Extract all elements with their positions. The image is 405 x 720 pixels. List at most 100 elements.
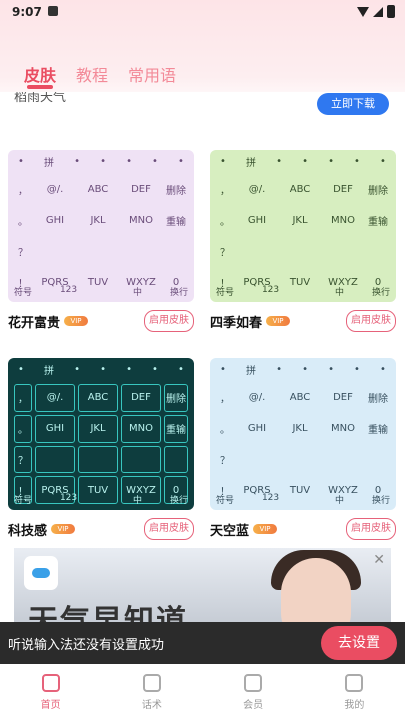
tab-tutorial[interactable]: 教程 [76,62,108,86]
nav-profile-label: 我的 [344,700,365,711]
keyboard-key: MNO [331,423,355,435]
emoji-icon: • [152,363,158,375]
vip-badge: VIP [266,316,290,326]
banner-person [281,558,351,628]
pinyin-label: 拼 [44,365,55,377]
collapse-icon: • [178,155,184,167]
keyboard-key: GHI [45,215,65,227]
tab-skins[interactable]: 皮肤 [24,62,56,86]
keyboard-key [121,445,161,474]
settings-icon: • [18,363,24,375]
keyboard-key: JKL [78,414,118,443]
keyboard-key: 123 [59,493,78,503]
keyboard-key [35,238,75,266]
keyboard-key: @/. [248,184,266,196]
skin-preview[interactable]: • 拼 • • • • •， @/. ABC DEF 删除。 GHI JKL MNO 重输？！ PQRS TUV… [8,150,194,302]
keyboard-key: GHI [247,215,267,227]
keyboard-key [78,238,118,266]
skin-meta: 天空蓝 VIP 启用皮肤 [210,518,396,542]
skin-meta: 花开富贵 VIP 启用皮肤 [8,310,194,334]
go-settings-button[interactable]: 去设置 [321,626,397,660]
keyboard-key: 中 [133,288,143,298]
enable-skin-button[interactable]: 启用皮肤 [346,518,396,540]
skin-preview[interactable]: • 拼 • • • • •， @/. ABC DEF 删除。 GHI JKL MNO 重输？！ PQRS TUV… [210,150,396,302]
emoji-icon: • [152,155,158,167]
wifi-icon [357,6,369,17]
keyboard-key [323,238,363,266]
keyboard-key: ？ [220,455,230,467]
enable-skin-button[interactable]: 启用皮肤 [144,310,194,332]
vip-badge: VIP [253,524,277,534]
previous-item-name: 稻雨天气 [14,92,67,105]
camera-icon: • [100,363,106,375]
keyboard-key [323,446,363,474]
keyboard-key: 。 [220,425,230,437]
keyboard-toolbar: • 拼 • • • • • [210,358,396,380]
keyboard-toolbar: • 拼 • • • • • [8,358,194,380]
battery-icon [387,5,395,18]
tab-bar: 皮肤 教程 常用语 [24,62,176,86]
keyboard-key: 符号 [216,496,235,506]
mic-icon: • [276,363,282,375]
signal-icon [373,6,383,17]
nav-profile[interactable]: 我的 [304,664,405,720]
ad-banner[interactable]: 天气早知道 ✕ [14,548,391,628]
previous-item-strip: 稻雨天气 立即下载 [0,92,405,116]
clipboard-icon: • [126,363,132,375]
clipboard-icon: • [328,155,334,167]
collapse-icon: • [380,363,386,375]
nav-home-label: 首页 [40,700,61,711]
keyboard-key: DEF [131,184,151,196]
keyboard-key: JKL [292,423,308,435]
skin-preview[interactable]: • 拼 • • • • •， @/. ABC DEF 删除。 GHI JKL MNO 重输？！ PQRS TUV… [210,358,396,510]
keyboard-key: 符号 [216,288,235,298]
mic-icon: • [74,363,80,375]
skin-name: 科技感 [8,524,48,539]
nav-home[interactable]: 首页 [0,664,101,720]
keyboard-key [366,238,390,266]
vip-badge: VIP [51,524,75,534]
collapse-icon: • [380,155,386,167]
nav-vip[interactable]: 会员 [203,664,304,720]
keyboard-key: MNO [331,215,355,227]
keyboard-key: ？ [18,247,28,259]
tab-phrases[interactable]: 常用语 [128,62,176,86]
emoji-icon: • [354,155,360,167]
keyboard-key: @/. [35,384,75,412]
keyboard-key: 删除 [164,384,188,412]
keyboard-key: ？ [14,445,32,474]
keyboard-key: DEF [333,184,353,196]
keyboard-key: 123 [261,285,280,295]
keyboard-key: DEF [121,384,161,412]
keyboard-bottom-row: 符号 123 中 换行 [14,285,188,298]
keyboard-key: 重输 [368,217,388,229]
keyboard-key: 重输 [166,217,186,229]
skin-preview[interactable]: • 拼 • • • • •， @/. ABC DEF 删除。 GHI JKL MNO 重输？！ PQRS TUV… [8,358,194,510]
keyboard-keys: ， @/. ABC DEF 删除。 GHI JKL MNO 重输？！ PQRS TUV WXYZ 0 [14,176,188,296]
keyboard-key: 删除 [368,186,388,198]
keyboard-key: 。 [18,217,28,229]
mic-icon: • [276,155,282,167]
keyboard-key: ， [18,186,28,198]
keyboard-key [164,238,188,266]
keyboard-keys: ， @/. ABC DEF 删除。 GHI JKL MNO 重输？！ PQRS TUV WXYZ 0 [216,176,390,296]
status-time: 9:07 [12,5,42,19]
enable-skin-button[interactable]: 启用皮肤 [346,310,396,332]
setup-toast: 听说输入法还没有设置成功 去设置 [0,622,405,664]
nav-scripts[interactable]: 话术 [101,664,202,720]
download-button[interactable]: 立即下载 [317,93,389,115]
enable-skin-button[interactable]: 启用皮肤 [144,518,194,540]
banner-close-icon[interactable]: ✕ [373,552,385,568]
keyboard-key [78,445,118,474]
nav-vip-label: 会员 [243,700,264,711]
profile-icon [345,674,364,692]
keyboard-key: 中 [335,496,345,506]
pinyin-label: 拼 [44,157,55,169]
keyboard-key: DEF [333,392,353,404]
keyboard-key: 。 [14,414,32,443]
crown-icon [244,674,263,692]
settings-icon: • [220,155,226,167]
keyboard-key: 符号 [14,496,33,506]
keyboard-key: MNO [121,414,161,443]
keyboard-key: GHI [35,414,75,443]
